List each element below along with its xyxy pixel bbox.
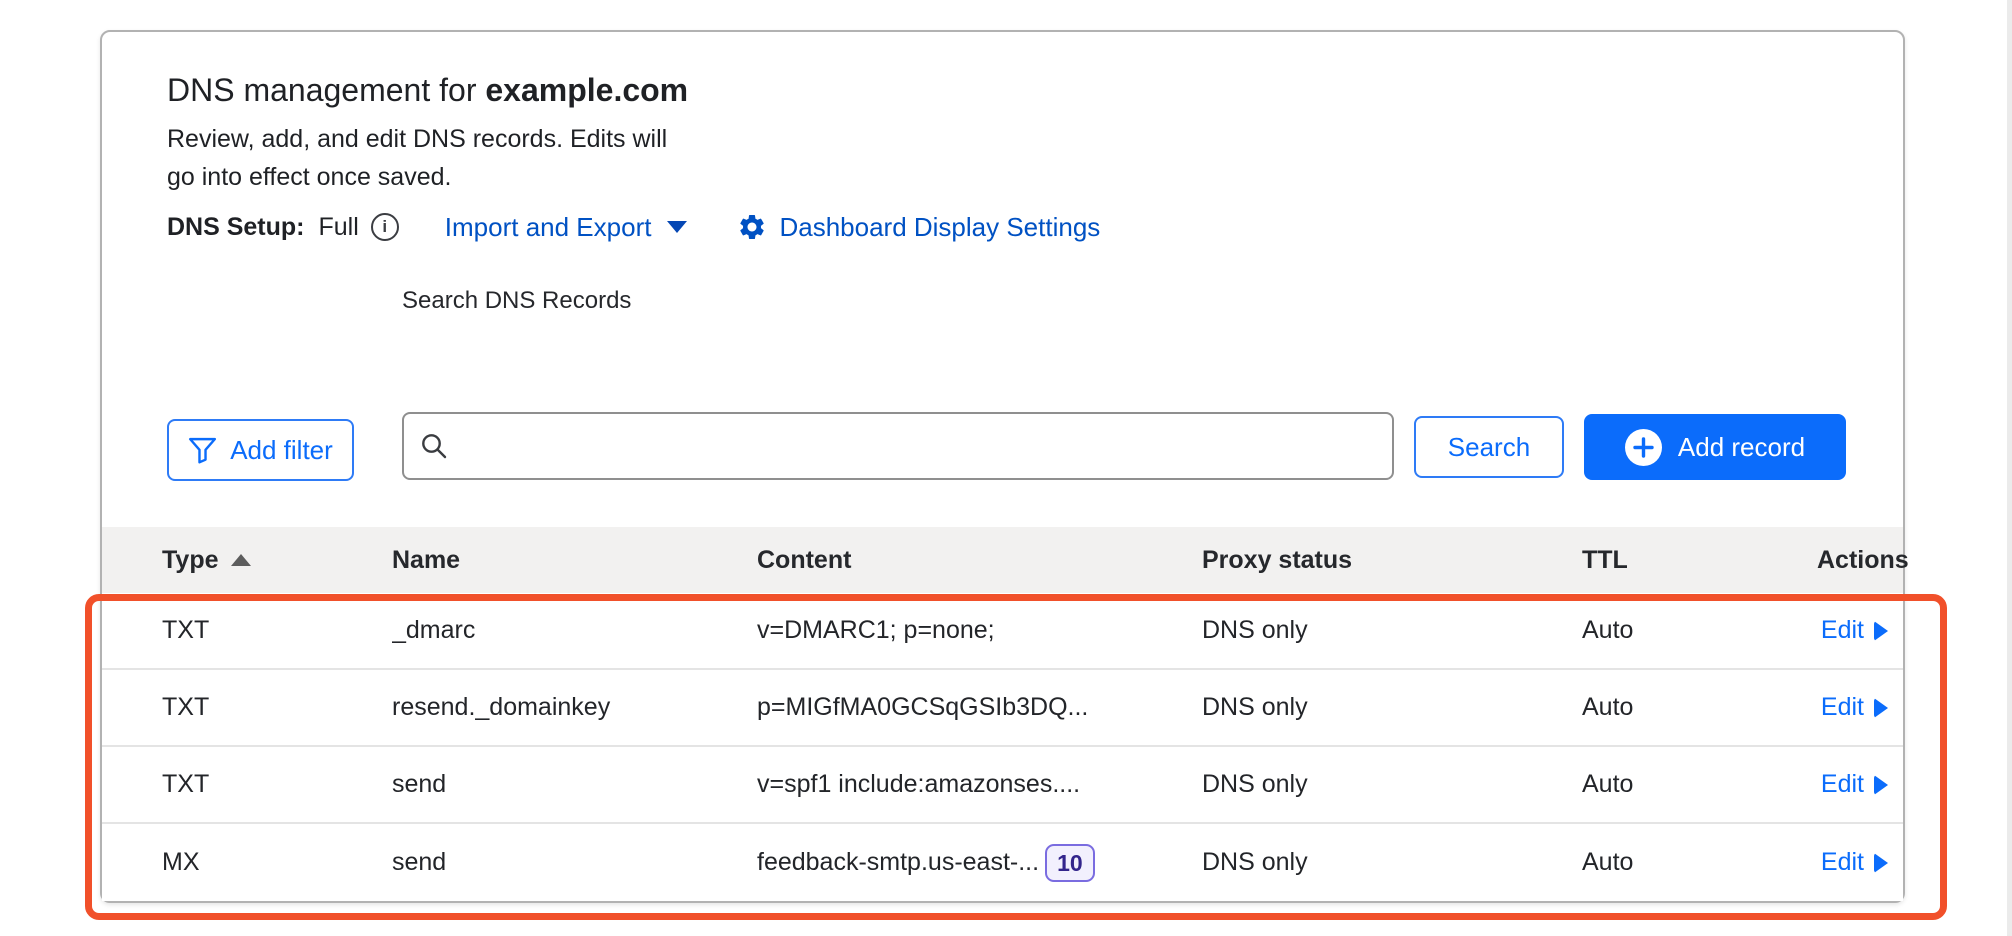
edit-link[interactable]: Edit (1821, 848, 1888, 877)
column-header-proxy-status[interactable]: Proxy status (1202, 546, 1582, 575)
page-title: DNS management for example.com (167, 70, 688, 110)
cell-content: v=spf1 include:amazonses.... (757, 770, 1202, 799)
edit-link[interactable]: Edit (1821, 616, 1888, 645)
caret-right-icon (1874, 698, 1888, 718)
dashboard-display-settings-label: Dashboard Display Settings (779, 212, 1100, 243)
search-input[interactable] (402, 412, 1394, 480)
column-header-name[interactable]: Name (392, 546, 757, 575)
add-record-label: Add record (1678, 432, 1805, 463)
add-filter-button[interactable]: Add filter (167, 419, 354, 481)
cell-name: send (392, 848, 757, 877)
plus-circle-icon (1625, 429, 1662, 466)
dns-setup-label: DNS Setup: (167, 213, 305, 242)
gear-icon (737, 212, 767, 242)
table-row: TXT send v=spf1 include:amazonses.... DN… (102, 747, 1903, 824)
chevron-down-icon (667, 221, 687, 233)
cell-type: MX (162, 848, 392, 877)
table-row: TXT _dmarc v=DMARC1; p=none; DNS only Au… (102, 593, 1903, 670)
table-body: TXT _dmarc v=DMARC1; p=none; DNS only Au… (102, 593, 1903, 901)
dns-management-card: DNS management for example.com Review, a… (100, 30, 1905, 903)
cell-content: p=MIGfMA0GCSqGSIb3DQ... (757, 693, 1202, 722)
dns-setup-row: DNS Setup: Full i Import and Export Dash… (167, 207, 1100, 247)
mx-priority-badge: 10 (1045, 844, 1095, 882)
domain-name: example.com (485, 72, 688, 108)
search-button-label: Search (1448, 432, 1530, 463)
column-header-ttl[interactable]: TTL (1582, 546, 1817, 575)
cell-type: TXT (162, 770, 392, 799)
table-row: TXT resend._domainkey p=MIGfMA0GCSqGSIb3… (102, 670, 1903, 747)
search-dns-records-label: Search DNS Records (402, 287, 631, 315)
search-input-wrap (402, 412, 1394, 480)
table-header: Type Name Content Proxy status TTL Actio… (102, 527, 1903, 593)
cell-proxy-status: DNS only (1202, 848, 1582, 877)
page-description: Review, add, and edit DNS records. Edits… (167, 120, 697, 196)
edit-link[interactable]: Edit (1821, 770, 1888, 799)
cell-ttl: Auto (1582, 848, 1817, 877)
column-header-type[interactable]: Type (162, 546, 392, 575)
cell-ttl: Auto (1582, 616, 1817, 645)
cell-content: v=DMARC1; p=none; (757, 616, 1202, 645)
dashboard-display-settings-link[interactable]: Dashboard Display Settings (737, 212, 1100, 243)
table-row: MX send feedback-smtp.us-east-... 10 DNS… (102, 824, 1903, 901)
cell-type: TXT (162, 616, 392, 645)
funnel-icon (188, 437, 217, 464)
cell-ttl: Auto (1582, 693, 1817, 722)
sort-ascending-icon (231, 554, 251, 566)
cell-ttl: Auto (1582, 770, 1817, 799)
cell-name: send (392, 770, 757, 799)
add-filter-label: Add filter (230, 435, 333, 466)
dns-setup-value: Full (319, 213, 359, 242)
caret-right-icon (1874, 775, 1888, 795)
cell-name: resend._domainkey (392, 693, 757, 722)
import-export-label: Import and Export (445, 212, 652, 243)
import-export-link[interactable]: Import and Export (445, 212, 688, 243)
info-icon[interactable]: i (371, 213, 399, 241)
cell-proxy-status: DNS only (1202, 770, 1582, 799)
search-button[interactable]: Search (1414, 416, 1564, 478)
add-record-button[interactable]: Add record (1584, 414, 1846, 480)
cell-content: feedback-smtp.us-east-... 10 (757, 844, 1202, 882)
caret-right-icon (1874, 853, 1888, 873)
cell-type: TXT (162, 693, 392, 722)
column-header-actions: Actions (1817, 546, 1909, 575)
page-title-prefix: DNS management for (167, 72, 485, 108)
cell-proxy-status: DNS only (1202, 693, 1582, 722)
dns-management-page: DNS management for example.com Review, a… (0, 0, 2012, 936)
window-edge (2007, 0, 2012, 936)
column-header-content[interactable]: Content (757, 546, 1202, 575)
cell-proxy-status: DNS only (1202, 616, 1582, 645)
edit-link[interactable]: Edit (1821, 693, 1888, 722)
cell-name: _dmarc (392, 616, 757, 645)
caret-right-icon (1874, 621, 1888, 641)
